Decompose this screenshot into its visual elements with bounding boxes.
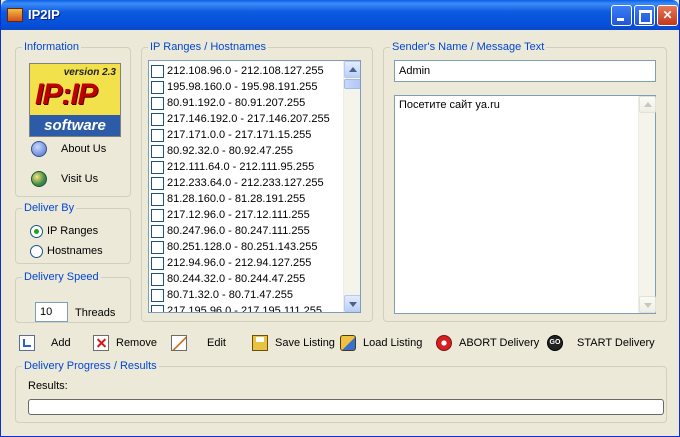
delivery-progress-legend: Delivery Progress / Results bbox=[22, 360, 159, 373]
floppy-disk-icon bbox=[252, 335, 268, 351]
list-item[interactable]: 80.71.32.0 - 80.71.47.255 bbox=[151, 287, 293, 303]
list-item[interactable]: 80.92.32.0 - 80.92.47.255 bbox=[151, 143, 293, 159]
radio-ip-ranges[interactable]: IP Ranges bbox=[30, 223, 98, 239]
message-text: Посетите сайт ya.ru bbox=[399, 99, 500, 111]
start-delivery-button[interactable]: GO START Delivery bbox=[547, 334, 655, 352]
scroll-up-button[interactable] bbox=[344, 61, 360, 78]
edit-button[interactable]: Edit bbox=[171, 334, 226, 352]
list-item[interactable]: 80.251.128.0 - 80.251.143.255 bbox=[151, 239, 317, 255]
about-us-link[interactable]: About Us bbox=[31, 140, 106, 158]
checkbox[interactable] bbox=[151, 128, 164, 142]
visit-us-label: Visit Us bbox=[61, 173, 99, 185]
delivery-progress-group: Delivery Progress / Results Results: bbox=[15, 360, 667, 423]
message-textarea[interactable]: Посетите сайт ya.ru bbox=[394, 95, 656, 314]
list-item[interactable]: 80.247.96.0 - 80.247.111.255 bbox=[151, 223, 310, 239]
radio-hostnames[interactable]: Hostnames bbox=[30, 243, 103, 259]
checkbox[interactable] bbox=[151, 144, 164, 158]
app-window: IP2IP ✕ Information version 2.3 IP:IP so… bbox=[0, 0, 680, 437]
open-folder-icon bbox=[340, 335, 356, 351]
information-legend: Information bbox=[22, 41, 82, 54]
logo-brand: IP:IP bbox=[35, 78, 98, 111]
stop-icon bbox=[436, 335, 452, 351]
sender-name-input[interactable] bbox=[394, 60, 656, 82]
info-icon bbox=[31, 141, 47, 157]
list-scrollbar[interactable] bbox=[343, 61, 360, 312]
scroll-up-button[interactable] bbox=[639, 96, 656, 113]
sender-legend: Sender's Name / Message Text bbox=[390, 41, 547, 54]
remove-button[interactable]: Remove bbox=[93, 334, 157, 352]
list-item[interactable]: 212.111.64.0 - 212.111.95.255 bbox=[151, 159, 314, 175]
checkbox[interactable] bbox=[151, 176, 164, 190]
logo-tagline: software bbox=[30, 115, 120, 136]
ip-ranges-legend: IP Ranges / Hostnames bbox=[148, 41, 268, 54]
close-icon: ✕ bbox=[662, 8, 673, 22]
app-icon bbox=[7, 8, 23, 22]
checkbox[interactable] bbox=[151, 288, 164, 302]
list-item[interactable]: 217.12.96.0 - 217.12.111.255 bbox=[151, 207, 310, 223]
add-button[interactable]: Add bbox=[19, 334, 71, 352]
maximize-icon bbox=[635, 6, 654, 25]
checkbox[interactable] bbox=[151, 112, 164, 126]
scroll-down-button[interactable] bbox=[639, 296, 656, 313]
checkbox[interactable] bbox=[151, 304, 164, 312]
list-item[interactable]: 212.233.64.0 - 212.233.127.255 bbox=[151, 175, 324, 191]
list-item[interactable]: 195.98.160.0 - 195.98.191.255 bbox=[151, 79, 317, 95]
message-scrollbar[interactable] bbox=[638, 96, 656, 313]
list-item[interactable]: 217.146.192.0 - 217.146.207.255 bbox=[151, 111, 330, 127]
list-item[interactable]: 80.91.192.0 - 80.91.207.255 bbox=[151, 95, 305, 111]
abort-delivery-button[interactable]: ABORT Delivery bbox=[436, 334, 539, 352]
checkbox[interactable] bbox=[151, 256, 164, 270]
checkbox[interactable] bbox=[151, 208, 164, 222]
deliver-by-group: Deliver By IP Ranges Hostnames bbox=[15, 202, 131, 264]
list-item[interactable]: 212.108.96.0 - 212.108.127.255 bbox=[151, 63, 324, 79]
ip-ranges-group: IP Ranges / Hostnames 212.108.96.0 - 212… bbox=[141, 41, 373, 322]
ip-ranges-list[interactable]: 212.108.96.0 - 212.108.127.255 195.98.16… bbox=[148, 60, 361, 313]
delivery-speed-legend: Delivery Speed bbox=[22, 271, 101, 284]
remove-icon bbox=[93, 335, 109, 351]
load-listing-button[interactable]: Load Listing bbox=[340, 334, 422, 352]
go-icon: GO bbox=[547, 335, 563, 351]
title-bar[interactable]: IP2IP ✕ bbox=[1, 0, 679, 30]
radio-button[interactable] bbox=[30, 244, 43, 258]
information-group: Information version 2.3 IP:IP software A… bbox=[15, 41, 131, 197]
checkbox[interactable] bbox=[151, 192, 164, 206]
checkbox[interactable] bbox=[151, 240, 164, 254]
edit-icon bbox=[171, 335, 187, 351]
threads-label: Threads bbox=[75, 307, 116, 319]
globe-icon bbox=[31, 171, 47, 187]
list-item[interactable]: 81.28.160.0 - 81.28.191.255 bbox=[151, 191, 305, 207]
radio-button[interactable] bbox=[30, 224, 43, 238]
threads-input[interactable] bbox=[35, 302, 68, 322]
logo-version: version 2.3 bbox=[63, 67, 116, 78]
software-logo: version 2.3 IP:IP software bbox=[29, 63, 121, 137]
checkbox[interactable] bbox=[151, 64, 164, 78]
deliver-by-legend: Deliver By bbox=[22, 202, 77, 215]
scroll-thumb[interactable] bbox=[344, 79, 360, 89]
list-item[interactable]: 80.244.32.0 - 80.244.47.255 bbox=[151, 271, 305, 287]
list-item[interactable]: 217.171.0.0 - 217.171.15.255 bbox=[151, 127, 311, 143]
checkbox[interactable] bbox=[151, 160, 164, 174]
list-item[interactable]: 217.195.96.0 - 217.195.111.255 bbox=[151, 303, 322, 312]
visit-us-link[interactable]: Visit Us bbox=[31, 170, 98, 188]
checkbox[interactable] bbox=[151, 96, 164, 110]
sender-group: Sender's Name / Message Text Посетите са… bbox=[383, 41, 667, 322]
scroll-down-button[interactable] bbox=[344, 295, 360, 312]
window-title: IP2IP bbox=[28, 7, 60, 22]
delivery-progress-bar bbox=[28, 399, 664, 415]
minimize-icon bbox=[612, 6, 631, 25]
radio-label: Hostnames bbox=[47, 245, 103, 257]
maximize-button[interactable] bbox=[634, 5, 655, 26]
about-us-label: About Us bbox=[61, 143, 107, 155]
radio-label: IP Ranges bbox=[47, 225, 99, 237]
checkbox[interactable] bbox=[151, 224, 164, 238]
list-item[interactable]: 212.94.96.0 - 212.94.127.255 bbox=[151, 255, 311, 271]
add-icon bbox=[19, 335, 35, 351]
save-listing-button[interactable]: Save Listing bbox=[252, 334, 335, 352]
checkbox[interactable] bbox=[151, 272, 164, 286]
results-label: Results: bbox=[28, 380, 68, 392]
delivery-speed-group: Delivery Speed Threads bbox=[15, 271, 131, 323]
checkbox[interactable] bbox=[151, 80, 164, 94]
minimize-button[interactable] bbox=[611, 5, 632, 26]
close-button[interactable]: ✕ bbox=[657, 5, 678, 26]
